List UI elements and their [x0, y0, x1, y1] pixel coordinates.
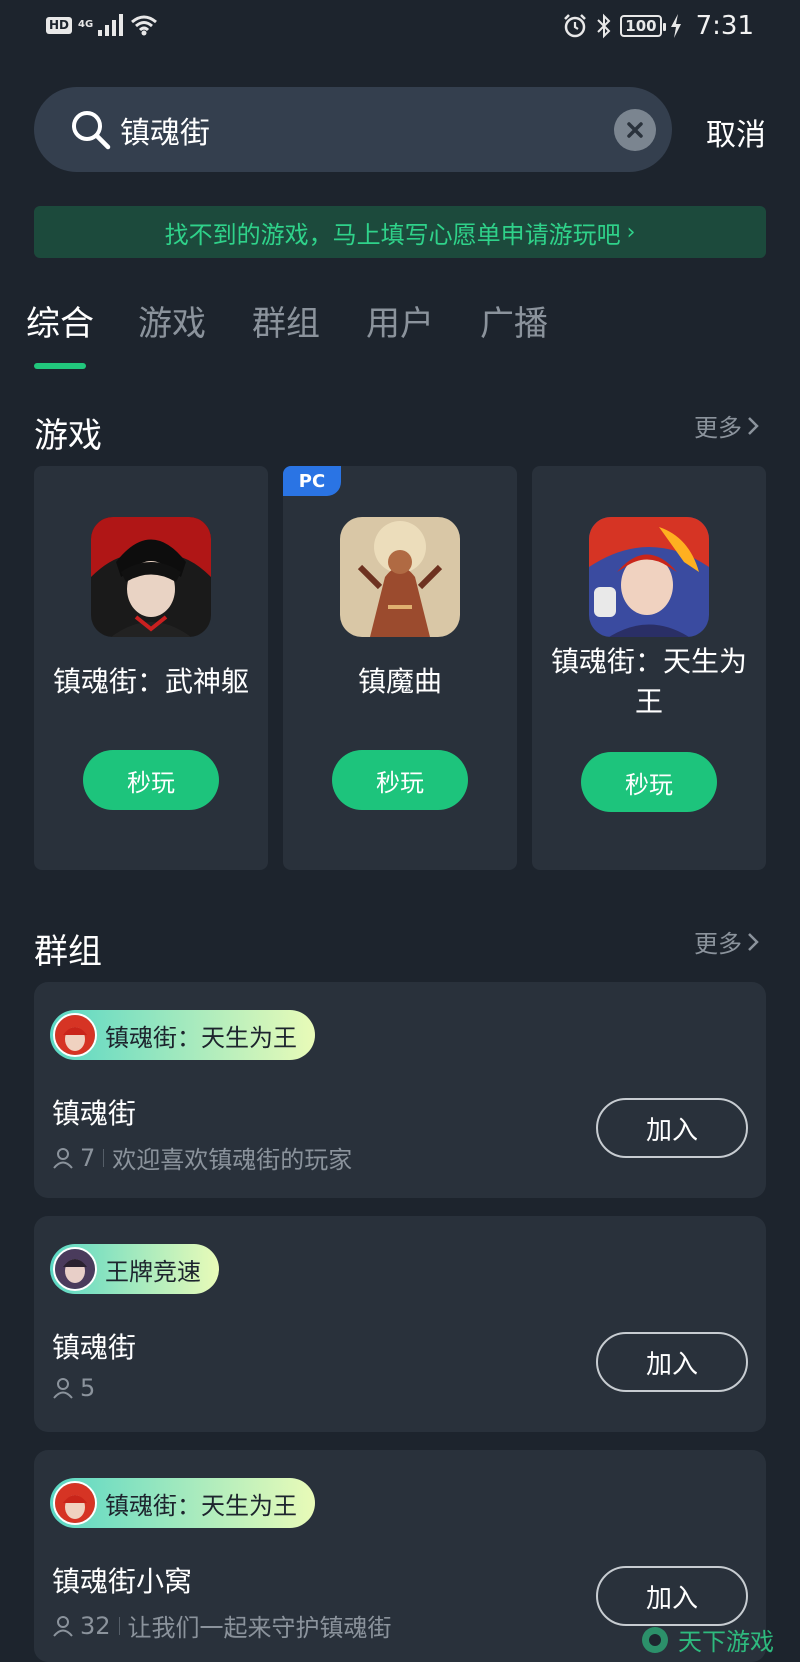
- groups-section-title: 群组: [34, 932, 102, 972]
- group-name: 镇魂街: [52, 1097, 137, 1130]
- bluetooth-icon: [597, 13, 611, 39]
- status-left: HD 4G: [46, 14, 158, 36]
- games-section-title: 游戏: [34, 416, 102, 456]
- games-more-link[interactable]: 更多: [694, 408, 760, 443]
- member-icon: [53, 1147, 73, 1169]
- status-right: 100 7:31: [562, 11, 754, 41]
- group-meta: 7 欢迎喜欢镇魂街的玩家: [52, 1140, 352, 1175]
- alarm-icon: [564, 14, 587, 38]
- join-button[interactable]: 加入: [596, 1332, 748, 1392]
- status-bar: HD 4G 100 7:31: [0, 0, 800, 56]
- member-icon: [53, 1378, 73, 1399]
- game-name: 镇魂街：武神躯: [52, 665, 249, 698]
- member-count: 5: [80, 1374, 96, 1402]
- tab-overview[interactable]: 综合: [26, 296, 94, 345]
- signal-icon: [98, 14, 124, 36]
- group-game-tag[interactable]: 镇魂街：天生为王: [50, 1010, 315, 1060]
- group-description: 欢迎喜欢镇魂街的玩家: [112, 1146, 353, 1174]
- groups-more-link[interactable]: 更多: [694, 924, 760, 959]
- member-count: 32: [80, 1611, 111, 1640]
- game-icon-wushenqu: [91, 517, 211, 637]
- network-type: 4G: [78, 19, 94, 30]
- game-icon-zhenmoqu: [340, 517, 460, 637]
- chevron-right-icon: [748, 932, 759, 951]
- join-button[interactable]: 加入: [596, 1566, 748, 1626]
- game-card[interactable]: 镇魂街：天生为王 秒玩: [532, 466, 766, 870]
- more-label: 更多: [694, 414, 742, 442]
- join-button[interactable]: 加入: [596, 1098, 748, 1158]
- search-icon: [72, 111, 111, 150]
- pc-badge: PC: [283, 466, 341, 496]
- meta-divider: [118, 1616, 120, 1635]
- tab-groups[interactable]: 群组: [252, 296, 320, 345]
- wifi-icon: [131, 15, 157, 36]
- member-icon: [53, 1615, 73, 1637]
- tab-users[interactable]: 用户: [366, 296, 434, 345]
- watermark-text: 天下游戏: [678, 1628, 774, 1656]
- game-name: 镇魂街：天生为王: [550, 645, 747, 718]
- game-name: 镇魔曲: [357, 665, 442, 698]
- charging-icon: [670, 14, 681, 38]
- group-card[interactable]: 王牌竞速 镇魂街 5 加入: [34, 1216, 766, 1432]
- watermark: 天下游戏: [640, 1622, 774, 1657]
- wishlist-banner-text: 找不到的游戏，马上填写心愿单申请游玩吧: [164, 220, 621, 249]
- play-button[interactable]: 秒玩: [581, 752, 717, 812]
- search-input[interactable]: [120, 87, 540, 172]
- close-icon: [627, 122, 643, 138]
- group-tag-label: 王牌竞速: [105, 1257, 201, 1286]
- chevron-right-icon: ›: [626, 219, 636, 245]
- clear-search-button[interactable]: [614, 109, 656, 151]
- group-card[interactable]: 镇魂街：天生为王 镇魂街 7 欢迎喜欢镇魂街的玩家 加入: [34, 982, 766, 1198]
- play-button[interactable]: 秒玩: [83, 750, 219, 810]
- group-meta: 32 让我们一起来守护镇魂街: [52, 1608, 392, 1643]
- more-label: 更多: [694, 930, 742, 958]
- watermark-logo-icon: [642, 1626, 668, 1653]
- group-tag-label: 镇魂街：天生为王: [105, 1491, 297, 1520]
- group-meta: 5: [52, 1374, 95, 1402]
- clock: 7:31: [695, 11, 754, 41]
- wishlist-banner[interactable]: 找不到的游戏，马上填写心愿单申请游玩吧 ›: [34, 206, 766, 258]
- group-name: 镇魂街: [52, 1331, 137, 1364]
- battery-icon: 100: [620, 15, 666, 37]
- group-game-tag[interactable]: 镇魂街：天生为王: [50, 1478, 315, 1528]
- group-name: 镇魂街小窝: [52, 1565, 193, 1598]
- group-game-tag[interactable]: 王牌竞速: [50, 1244, 219, 1294]
- game-card[interactable]: 镇魂街：武神躯 秒玩: [34, 466, 268, 870]
- play-button[interactable]: 秒玩: [332, 750, 468, 810]
- game-avatar: [53, 1013, 97, 1057]
- game-avatar: [53, 1247, 97, 1291]
- game-card[interactable]: PC 镇魔曲 秒玩: [283, 466, 517, 870]
- group-description: 让我们一起来守护镇魂街: [127, 1614, 392, 1642]
- meta-divider: [103, 1148, 105, 1167]
- tab-broadcast[interactable]: 广播: [480, 296, 548, 345]
- active-tab-indicator: [34, 363, 86, 369]
- game-avatar: [53, 1481, 97, 1525]
- tab-games[interactable]: 游戏: [138, 296, 206, 345]
- chevron-right-icon: [748, 416, 759, 435]
- group-tag-label: 镇魂街：天生为王: [105, 1023, 297, 1052]
- hd-icon: HD: [46, 16, 73, 34]
- cancel-button[interactable]: 取消: [706, 110, 766, 154]
- game-icon-tianshengweiwang: [589, 517, 709, 637]
- search-bar[interactable]: [34, 87, 672, 172]
- member-count: 7: [80, 1143, 96, 1172]
